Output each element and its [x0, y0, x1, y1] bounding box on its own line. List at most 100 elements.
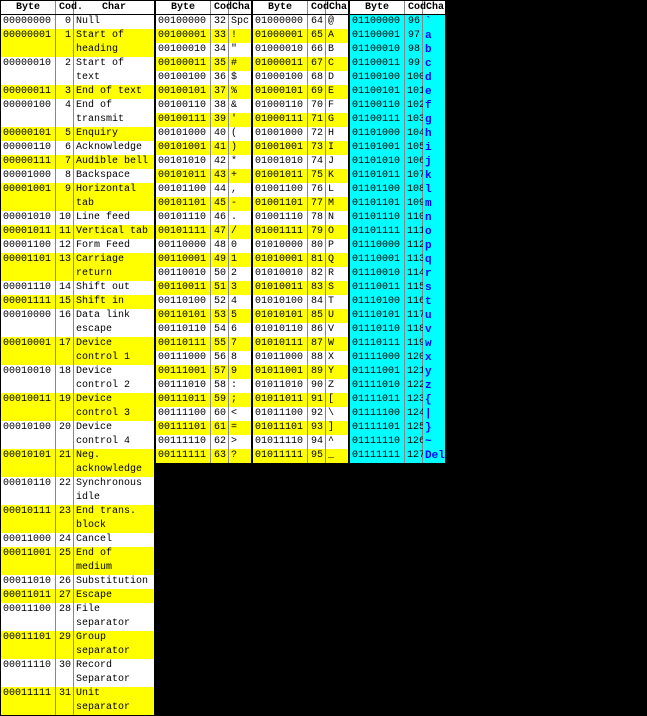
code-cell: 31 [56, 687, 74, 715]
char-cell: Q [326, 253, 348, 267]
code-cell: 38 [211, 99, 229, 113]
char-cell: V [326, 323, 348, 337]
char-cell: j [423, 155, 445, 169]
code-cell: 80 [308, 239, 326, 253]
byte-cell: 01110011 [350, 281, 405, 295]
code-cell: 78 [308, 211, 326, 225]
table-row: 01111101125} [350, 421, 445, 435]
table-row: 000001117Audible bell [1, 155, 154, 169]
char-cell: Del [423, 449, 445, 463]
table-row: 0100100173I [253, 141, 348, 155]
code-cell: 83 [308, 281, 326, 295]
table-row: 0001000117Device control 1 [1, 337, 154, 365]
table-row: 0010010036$ [156, 71, 251, 85]
char-cell: Z [326, 379, 348, 393]
table-row: 0101011086V [253, 323, 348, 337]
code-cell: 120 [405, 351, 423, 365]
code-cell: 33 [211, 29, 229, 43]
table-row: 0110001098b [350, 43, 445, 57]
table-row: 0010110044, [156, 183, 251, 197]
table-row: 0010000133! [156, 29, 251, 43]
col-header-char: Char [74, 1, 154, 14]
col-header-byte: Byte [156, 1, 211, 14]
byte-cell: 00100010 [156, 43, 211, 57]
table-row: 0000111115Shift in [1, 295, 154, 309]
byte-cell: 01101011 [350, 169, 405, 183]
byte-cell: 00101101 [156, 197, 211, 211]
byte-cell: 01100101 [350, 85, 405, 99]
byte-cell: 00111111 [156, 449, 211, 463]
char-cell: r [423, 267, 445, 281]
table-row: 0100010169E [253, 85, 348, 99]
code-cell: 57 [211, 365, 229, 379]
byte-cell: 00101011 [156, 169, 211, 183]
code-cell: 84 [308, 295, 326, 309]
table-row: 01111111127Del [350, 449, 445, 463]
code-cell: 5 [56, 127, 74, 141]
code-cell: 124 [405, 407, 423, 421]
table-row: 01111001121y [350, 365, 445, 379]
char-cell: 6 [229, 323, 251, 337]
code-cell: 95 [308, 449, 326, 463]
byte-cell: 00101001 [156, 141, 211, 155]
col-header-byte: Byte [1, 1, 56, 14]
char-cell: Device control 4 [74, 421, 154, 449]
code-cell: 18 [56, 365, 74, 393]
code-cell: 12 [56, 239, 74, 253]
char-cell: Start of text [74, 57, 154, 85]
code-cell: 117 [405, 309, 423, 323]
code-cell: 11 [56, 225, 74, 239]
byte-cell: 01111011 [350, 393, 405, 407]
code-cell: 8 [56, 169, 74, 183]
code-cell: 96 [405, 15, 423, 29]
char-cell: , [229, 183, 251, 197]
table-row: 0010011038& [156, 99, 251, 113]
byte-cell: 01010001 [253, 253, 308, 267]
byte-cell: 01111111 [350, 449, 405, 463]
section-3: ByteCod.Char0100000064@0100000165A010000… [253, 1, 350, 715]
char-cell: File separator [74, 603, 154, 631]
char-cell: Form Feed [74, 239, 154, 253]
table-row: 0010101042* [156, 155, 251, 169]
char-cell: p [423, 239, 445, 253]
code-cell: 86 [308, 323, 326, 337]
char-cell: & [229, 99, 251, 113]
column-header-row: ByteCod.Char [1, 1, 154, 15]
code-cell: 34 [211, 43, 229, 57]
table-row: 000001106Acknowledge [1, 141, 154, 155]
byte-cell: 00100000 [156, 15, 211, 29]
byte-cell: 01000111 [253, 113, 308, 127]
code-cell: 41 [211, 141, 229, 155]
char-cell: = [229, 421, 251, 435]
table-row: 0100010068D [253, 71, 348, 85]
char-cell: 7 [229, 337, 251, 351]
char-cell: Shift out [74, 281, 154, 295]
code-cell: 114 [405, 267, 423, 281]
byte-cell: 00100100 [156, 71, 211, 85]
byte-cell: 01111101 [350, 421, 405, 435]
code-cell: 2 [56, 57, 74, 85]
byte-cell: 00000010 [1, 57, 56, 85]
table-row: 00110110546 [156, 323, 251, 337]
table-row: 01101011107k [350, 169, 445, 183]
char-cell: b [423, 43, 445, 57]
table-row: 0010111147/ [156, 225, 251, 239]
code-cell: 75 [308, 169, 326, 183]
byte-cell: 01101100 [350, 183, 405, 197]
char-cell: Backspace [74, 169, 154, 183]
table-row: 01110000112p [350, 239, 445, 253]
char-cell: 0 [229, 239, 251, 253]
code-cell: 59 [211, 393, 229, 407]
byte-cell: 00000110 [1, 141, 56, 155]
table-row: 0100111078N [253, 211, 348, 225]
byte-cell: 01001001 [253, 141, 308, 155]
byte-cell: 00000001 [1, 29, 56, 57]
table-row: 0001101127Escape [1, 589, 154, 603]
byte-cell: 00001110 [1, 281, 56, 295]
table-row: 0010001135# [156, 57, 251, 71]
byte-cell: 00011111 [1, 687, 56, 715]
col-header-char: Char [229, 1, 251, 14]
byte-cell: 00001100 [1, 239, 56, 253]
char-cell: / [229, 225, 251, 239]
code-cell: 39 [211, 113, 229, 127]
